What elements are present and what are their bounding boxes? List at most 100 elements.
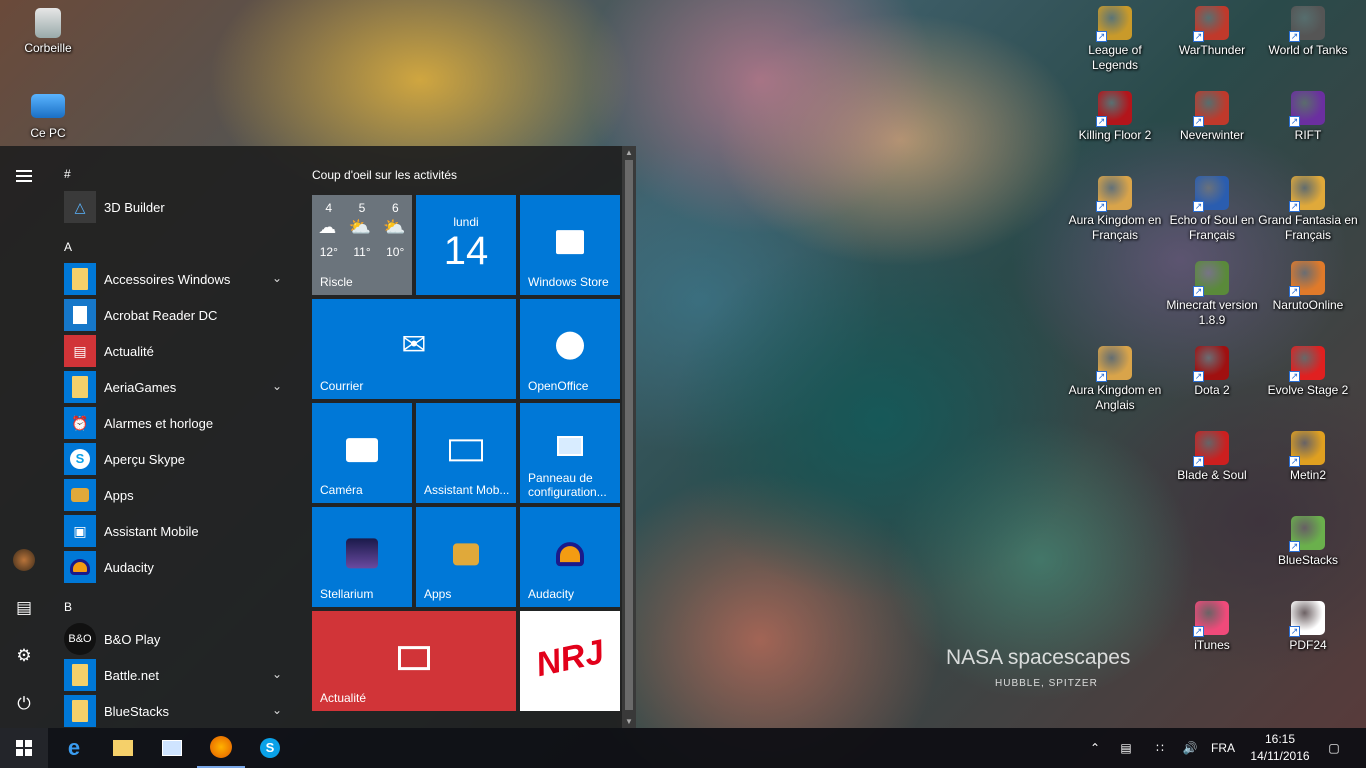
desktop-icon[interactable]: ↗ Blade & Soul	[1162, 431, 1262, 483]
tile-label: Actualité	[320, 691, 367, 705]
desktop-icon[interactable]: ↗ Aura Kingdom en Français	[1065, 176, 1165, 243]
newspaper-icon	[398, 646, 430, 671]
camera-tile[interactable]: Caméra	[312, 403, 412, 503]
start-button[interactable]	[0, 728, 48, 768]
windows-store-tile[interactable]: Windows Store	[520, 195, 620, 295]
nrj-logo: NRJ	[532, 632, 608, 685]
desktop-icon-label: Minecraft version 1.8.9	[1166, 298, 1258, 327]
shortcut-arrow-icon: ↗	[1193, 626, 1204, 637]
chevron-down-icon[interactable]: ⌄	[272, 703, 282, 717]
app-aeriagames[interactable]: AeriaGames ⌄	[64, 371, 290, 403]
desktop-icon[interactable]: ↗ Killing Floor 2	[1065, 91, 1165, 143]
app-accessoires-windows[interactable]: Accessoires Windows ⌄	[64, 263, 290, 295]
assistant-mobile-tile[interactable]: Assistant Mob...	[416, 403, 516, 503]
clock-date: 14/11/2016	[1250, 749, 1310, 763]
desktop-icon[interactable]: ↗ World of Tanks	[1258, 6, 1358, 58]
desktop-icon-label: PDF24	[1289, 638, 1327, 652]
chevron-down-icon[interactable]: ⌄	[272, 667, 282, 681]
app-assistant-mobile[interactable]: ▣ Assistant Mobile	[64, 515, 290, 547]
file-explorer-icon[interactable]: ▤	[0, 588, 48, 628]
acrobat-icon	[64, 299, 96, 331]
desktop-icon[interactable]: ↗ Echo of Soul en Français	[1162, 176, 1262, 243]
desktop-icon[interactable]: ↗ League of Legends	[1065, 6, 1165, 73]
audacity-tile[interactable]: Audacity	[520, 507, 620, 607]
shortcut-arrow-icon: ↗	[1289, 541, 1300, 552]
language-indicator[interactable]: FRA	[1206, 728, 1240, 768]
group-letter[interactable]: B	[64, 600, 72, 614]
desktop-icon[interactable]: ↗ Metin2	[1258, 431, 1358, 483]
menu-icon[interactable]	[0, 154, 48, 194]
control-panel-icon[interactable]	[148, 728, 196, 768]
apps-tile[interactable]: Apps	[416, 507, 516, 607]
group-letter[interactable]: #	[64, 167, 71, 181]
desktop-icon[interactable]: ↗ iTunes	[1162, 601, 1262, 653]
wallpaper-title: NASA spacescapes	[946, 646, 1131, 669]
desktop-icon[interactable]: ↗ WarThunder	[1162, 6, 1262, 58]
nrj-tile[interactable]: NRJ	[520, 611, 620, 711]
app-3d-builder[interactable]: △ 3D Builder	[64, 191, 290, 223]
power-icon[interactable]: ⏻	[0, 684, 48, 724]
skype-icon[interactable]: S	[246, 728, 294, 768]
scroll-up-icon[interactable]: ▲	[622, 148, 636, 157]
audacity-icon	[64, 551, 96, 583]
group-letter[interactable]: A	[64, 240, 72, 254]
desktop-icon[interactable]: ↗ Neverwinter	[1162, 91, 1262, 143]
app-shortcut-icon: ↗	[1289, 601, 1325, 637]
windows-logo-icon	[16, 740, 32, 756]
desktop-icon-this-pc[interactable]: Ce PC	[0, 94, 98, 141]
news-tile[interactable]: Actualité	[312, 611, 516, 711]
user-avatar[interactable]	[0, 540, 48, 580]
desktop-icon[interactable]: ↗ NarutoOnline	[1258, 261, 1358, 313]
app-alarmes[interactable]: ⏰ Alarmes et horloge	[64, 407, 290, 439]
tiles-group-title[interactable]: Coup d'oeil sur les activités	[312, 168, 457, 182]
start-menu-scrollbar[interactable]: ▲ ▼	[622, 146, 636, 728]
desktop-icon[interactable]: ↗ PDF24	[1258, 601, 1358, 653]
desktop-icon[interactable]: ↗ Minecraft version 1.8.9	[1162, 261, 1262, 328]
edge-icon[interactable]: e	[50, 728, 98, 768]
tile-label: Windows Store	[528, 275, 609, 289]
show-hidden-icons-chevron-icon[interactable]: ⌃	[1084, 728, 1106, 768]
app-shortcut-icon: ↗	[1193, 91, 1229, 127]
chevron-down-icon[interactable]: ⌄	[272, 379, 282, 393]
network-icon[interactable]: ∷	[1148, 728, 1172, 768]
control-panel-tile[interactable]: Panneau de configuration...	[520, 403, 620, 503]
app-acrobat-reader[interactable]: Acrobat Reader DC	[64, 299, 290, 331]
desktop-icon-label: BlueStacks	[1277, 553, 1339, 567]
app-bo-play[interactable]: B&O B&O Play	[64, 623, 290, 655]
app-label: Assistant Mobile	[104, 523, 199, 539]
battery-icon[interactable]: ▤	[1114, 728, 1138, 768]
taskbar: e S ⌃ ▤ ∷ 🔊 FRA 16:15 14/11/2016 ▢	[0, 728, 1366, 768]
app-label: Alarmes et horloge	[104, 415, 214, 431]
shortcut-arrow-icon: ↗	[1289, 371, 1300, 382]
mail-tile[interactable]: ✉ Courrier	[312, 299, 516, 399]
action-center-icon[interactable]: ▢	[1322, 728, 1346, 768]
chevron-down-icon[interactable]: ⌄	[272, 271, 282, 285]
openoffice-tile[interactable]: OpenOffice	[520, 299, 620, 399]
phone-icon: ▣	[64, 515, 96, 547]
desktop-icon[interactable]: ↗ BlueStacks	[1258, 516, 1358, 568]
desktop-icon[interactable]: ↗ Evolve Stage 2	[1258, 346, 1358, 398]
weather-tile[interactable]: 4 5 6 ☁ ⛅ ⛅ 12° 11° 10° Riscle	[312, 195, 412, 295]
desktop-icon[interactable]: ↗ Dota 2	[1162, 346, 1262, 398]
app-actualite[interactable]: ▤ Actualité	[64, 335, 290, 367]
app-shortcut-icon: ↗	[1289, 346, 1325, 382]
app-skype[interactable]: S Aperçu Skype	[64, 443, 290, 475]
app-apps[interactable]: Apps	[64, 479, 290, 511]
settings-gear-icon[interactable]: ⚙	[0, 636, 48, 676]
firefox-icon[interactable]	[197, 728, 245, 768]
volume-icon[interactable]: 🔊	[1178, 728, 1202, 768]
clock[interactable]: 16:15 14/11/2016	[1248, 731, 1312, 765]
desktop-icon[interactable]: ↗ Aura Kingdom en Anglais	[1065, 346, 1165, 413]
calendar-tile[interactable]: lundi 14	[416, 195, 516, 295]
scroll-down-icon[interactable]: ▼	[622, 717, 636, 726]
app-bluestacks[interactable]: BlueStacks ⌄	[64, 695, 290, 727]
file-explorer-icon[interactable]	[99, 728, 147, 768]
scrollbar-thumb[interactable]	[625, 160, 633, 710]
app-audacity[interactable]: Audacity	[64, 551, 290, 583]
desktop-icon[interactable]: ↗ RIFT	[1258, 91, 1358, 143]
desktop-icon[interactable]: ↗ Grand Fantasia en Français	[1258, 176, 1358, 243]
desktop-icon-recycle-bin[interactable]: Corbeille	[0, 8, 98, 56]
app-battle-net[interactable]: Battle.net ⌄	[64, 659, 290, 691]
stellarium-tile[interactable]: Stellarium	[312, 507, 412, 607]
this-pc-icon	[31, 94, 65, 118]
